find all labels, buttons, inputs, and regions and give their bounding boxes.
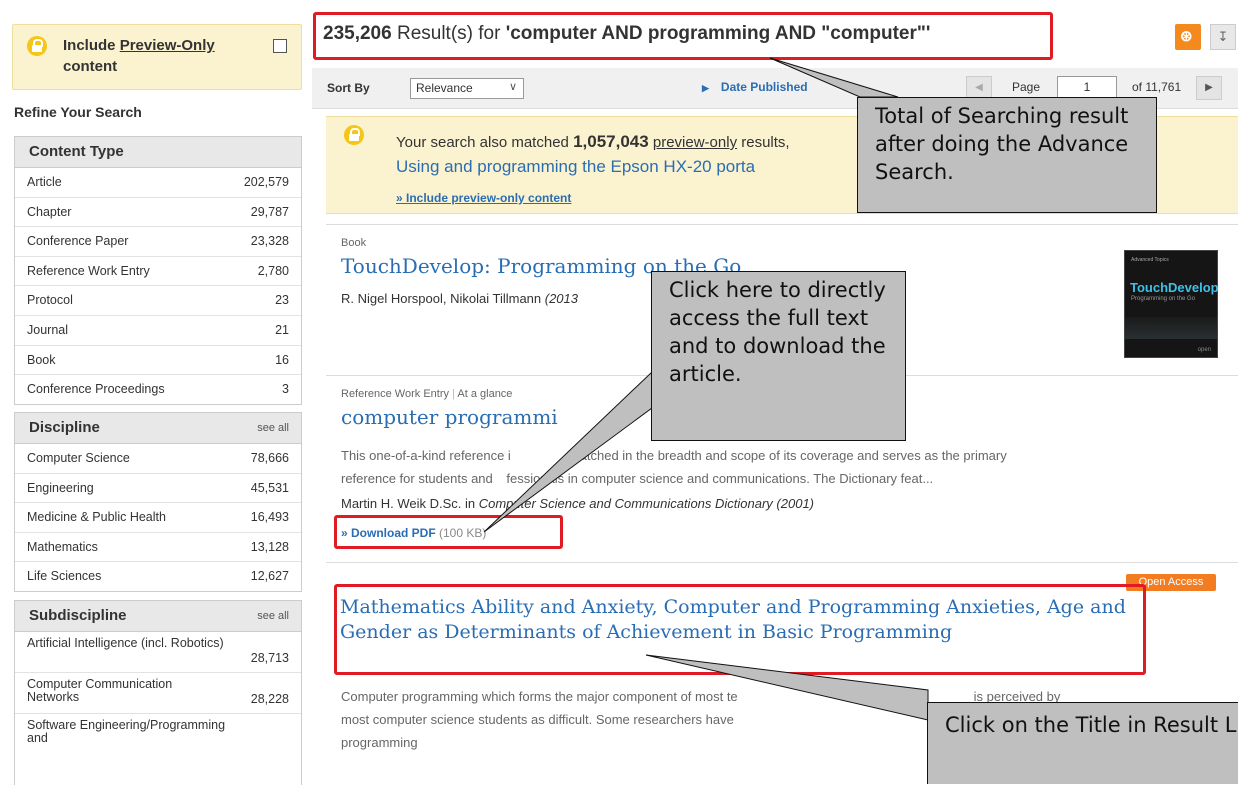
callout-total-results: Total of Searching result after doing th… <box>857 97 1157 213</box>
callout-title-link: Click on the Title in Result List to get… <box>927 702 1238 784</box>
pointer-download <box>483 370 653 533</box>
pointer-total <box>769 57 899 98</box>
callout-download-pdf: Click here to directly access the full t… <box>651 271 906 441</box>
pointer-title <box>645 654 929 721</box>
